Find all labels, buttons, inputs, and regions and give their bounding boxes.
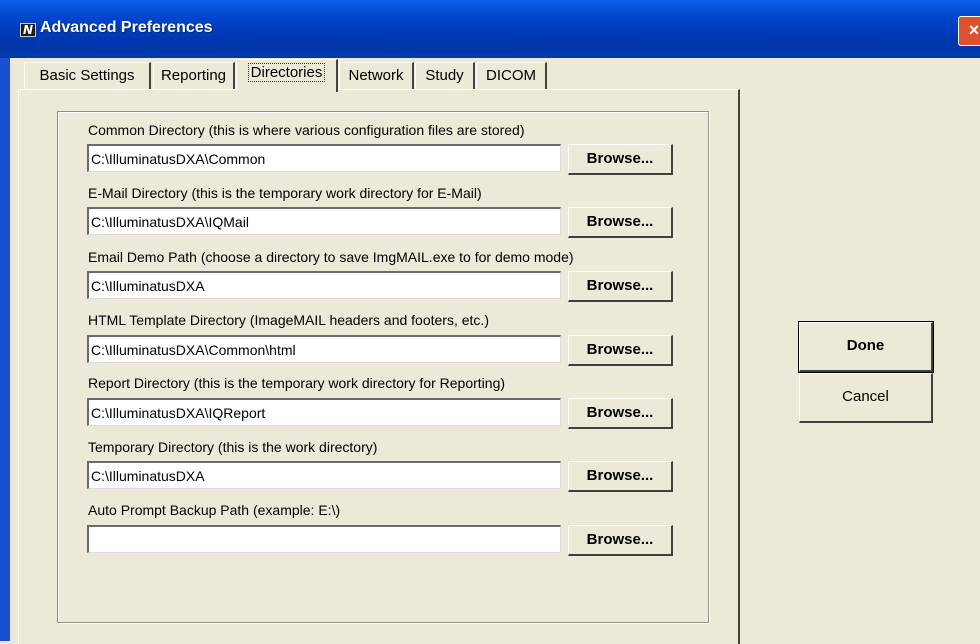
window-title: Advanced Preferences <box>40 19 213 36</box>
tab-dicom[interactable]: DICOM <box>476 62 547 90</box>
tab-network[interactable]: Network <box>339 62 414 90</box>
tab-study[interactable]: Study <box>415 62 475 90</box>
title-bar[interactable]: N Advanced Preferences × <box>0 0 980 58</box>
tab-directories[interactable]: Directories <box>236 59 338 92</box>
window-frame-left <box>0 58 10 641</box>
done-button[interactable]: Done <box>798 321 934 373</box>
close-button[interactable]: × <box>958 16 980 46</box>
tab-label: Basic Settings <box>39 67 135 84</box>
directories-tab-panel <box>18 89 740 644</box>
tab-reporting[interactable]: Reporting <box>153 62 235 90</box>
tab-basic-settings[interactable]: Basic Settings <box>24 62 151 90</box>
tab-label: Network <box>348 67 404 84</box>
tab-label: Study <box>425 67 464 84</box>
app-logo-icon: N <box>20 23 36 37</box>
tab-label: Reporting <box>160 67 227 84</box>
cancel-button[interactable]: Cancel <box>799 373 933 423</box>
tab-label: DICOM <box>486 67 536 84</box>
tab-label: Directories <box>247 63 326 82</box>
